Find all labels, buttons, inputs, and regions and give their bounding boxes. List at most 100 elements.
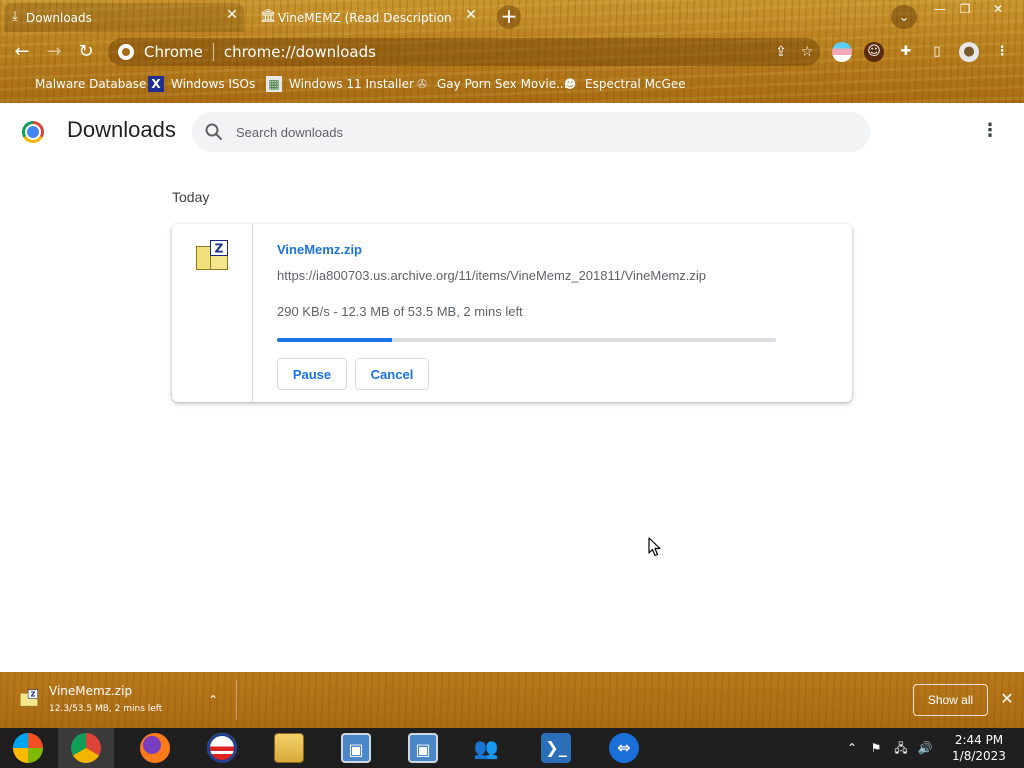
show-all-button[interactable]: Show all (913, 684, 988, 716)
bookmark-label: Gay Porn Sex Movie... (437, 77, 568, 91)
system-clock[interactable]: 2:44 PM 1/8/2023 (944, 732, 1014, 764)
taskbar-remote-app-2[interactable]: ▣ (395, 728, 451, 768)
file-name-link[interactable]: VineMemz.zip (277, 242, 362, 257)
omnibox-label: Chrome (144, 43, 203, 61)
downloads-header: Downloads ⋮ (0, 103, 1024, 161)
more-options-icon[interactable]: ⋮ (992, 42, 1012, 62)
taskbar-users-app[interactable]: 👥 (458, 728, 514, 768)
download-status: 290 KB/s - 12.3 MB of 53.5 MB, 2 mins le… (277, 304, 523, 319)
card-divider (252, 224, 253, 402)
download-item-card: Z VineMemz.zip https://ia800703.us.archi… (172, 224, 852, 402)
bookmark-malware-database[interactable]: Malware Database (12, 74, 146, 94)
pause-button[interactable]: Pause (277, 358, 347, 390)
chrome-icon (71, 733, 101, 763)
close-tab-icon[interactable]: ✕ (464, 8, 478, 22)
url-text[interactable]: chrome://downloads (224, 43, 768, 61)
download-icon: ⤓ (12, 9, 18, 24)
back-button[interactable]: ← (10, 40, 34, 64)
puzzle-icon[interactable]: ✚ (896, 42, 916, 62)
character-icon: ☻ (563, 77, 577, 91)
shelf-file-status: 12.3/53.5 MB, 2 mins left (49, 704, 163, 714)
volume-icon[interactable]: 🔊 (917, 740, 933, 756)
mouse-cursor-icon (648, 537, 661, 557)
chevron-up-icon[interactable]: ⌃ (204, 691, 222, 709)
profile-extension-icon[interactable]: ☺ (864, 42, 884, 62)
shelf-divider (236, 680, 237, 720)
computer-icon: ▣ (408, 733, 438, 763)
search-box[interactable] (192, 112, 870, 152)
address-bar[interactable]: Chrome chrome://downloads ⇪ ☆ (108, 38, 820, 66)
taskbar: ▣ ▣ 👥 ❯_ ⇔ ⌃ ⚑ 🖧 🔊 2:44 PM 1/8/2023 (0, 728, 1024, 768)
taskbar-teamviewer[interactable]: ⇔ (596, 728, 652, 768)
date-section-label: Today (172, 189, 210, 205)
bookmark-windows-isos[interactable]: X Windows ISOs (148, 74, 255, 94)
circle-logo-icon (207, 733, 237, 763)
tab-search-button[interactable]: ⌄ (891, 5, 917, 29)
svg-text:Z: Z (215, 242, 224, 256)
profile-avatar-icon[interactable]: ● (959, 42, 979, 62)
close-window-button[interactable]: ✕ (984, 0, 1012, 18)
show-hidden-icons-chevron-icon[interactable]: ⌃ (844, 740, 860, 756)
svg-text:Z: Z (30, 691, 35, 699)
search-icon[interactable] (204, 122, 224, 142)
bookmark-label: Malware Database (35, 77, 147, 91)
tab-title: VineMEMZ (Read Description) : F (278, 10, 453, 25)
clock-time: 2:44 PM (954, 733, 1004, 747)
tab-downloads[interactable]: ⤓ Downloads (4, 3, 244, 32)
taskbar-file-explorer[interactable] (261, 728, 317, 768)
taskbar-firefox[interactable] (127, 728, 183, 768)
start-button[interactable] (0, 728, 56, 768)
bookmark-star-icon[interactable]: ☆ (794, 44, 820, 60)
computer-icon: ▣ (341, 733, 371, 763)
side-panel-icon[interactable]: ▯ (927, 42, 947, 62)
bookmark-windows-11-installer[interactable]: ▦ Windows 11 Installer (266, 74, 414, 94)
share-icon[interactable]: ⇪ (768, 44, 794, 60)
folder-icon (274, 733, 304, 763)
bookmark-icon (12, 76, 28, 92)
chrome-icon (118, 44, 134, 60)
bookmark-label: Windows 11 Installer (289, 77, 414, 91)
taskbar-remote-app-1[interactable]: ▣ (328, 728, 384, 768)
progress-bar (277, 338, 776, 342)
page-title: Downloads (67, 117, 176, 142)
image-icon: ▦ (266, 76, 282, 92)
taskbar-campaign-app[interactable] (194, 728, 250, 768)
action-center-flag-icon[interactable]: ⚑ (868, 740, 884, 756)
zip-file-icon: Z (196, 240, 228, 270)
close-tab-icon[interactable]: ✕ (225, 8, 239, 22)
shelf-file-name[interactable]: VineMemz.zip (49, 684, 132, 698)
search-input[interactable] (236, 122, 836, 142)
chrome-logo-icon (22, 121, 44, 143)
powershell-icon: ❯_ (541, 733, 571, 763)
browser-frame: ⤓ Downloads ✕ 🏛 VineMEMZ (Read Descripti… (0, 0, 1024, 103)
omnibox-divider (212, 43, 214, 61)
progress-bar-fill (277, 338, 392, 342)
new-tab-button[interactable]: + (497, 5, 521, 29)
download-shelf: Z VineMemz.zip 12.3/53.5 MB, 2 mins left… (0, 672, 1024, 728)
firefox-icon (140, 733, 170, 763)
file-url-link[interactable]: https://ia800703.us.archive.org/11/items… (277, 268, 706, 283)
users-icon: 👥 (473, 736, 499, 760)
taskbar-powershell[interactable]: ❯_ (528, 728, 584, 768)
bookmark-espectral-mcgee[interactable]: ☻ Espectral McGee (562, 74, 686, 94)
bookmark-movie[interactable]: ✇ Gay Porn Sex Movie... (414, 74, 568, 94)
taskbar-chrome[interactable] (58, 728, 114, 768)
reload-button[interactable]: ↻ (74, 40, 98, 64)
film-icon: ✇ (416, 77, 428, 91)
minimize-button[interactable]: — (926, 0, 954, 18)
teamviewer-icon: ⇔ (609, 733, 639, 763)
forward-button[interactable]: → (42, 40, 66, 64)
bookmark-label: Espectral McGee (585, 77, 686, 91)
tab-title: Downloads (26, 10, 92, 25)
x-icon: X (148, 76, 164, 92)
clock-date: 1/8/2023 (952, 749, 1006, 763)
restore-button[interactable]: ❐ (951, 0, 979, 18)
bookmark-label: Windows ISOs (171, 77, 256, 91)
tab-vinememz[interactable]: 🏛 VineMEMZ (Read Description) : F (256, 3, 482, 32)
more-actions-icon[interactable]: ⋮ (980, 117, 1000, 145)
network-icon[interactable]: 🖧 (893, 740, 909, 756)
cancel-button[interactable]: Cancel (355, 358, 429, 390)
close-shelf-icon[interactable]: ✕ (998, 690, 1016, 708)
windows-orb-icon (13, 733, 43, 763)
flag-extension-icon[interactable] (832, 42, 852, 62)
